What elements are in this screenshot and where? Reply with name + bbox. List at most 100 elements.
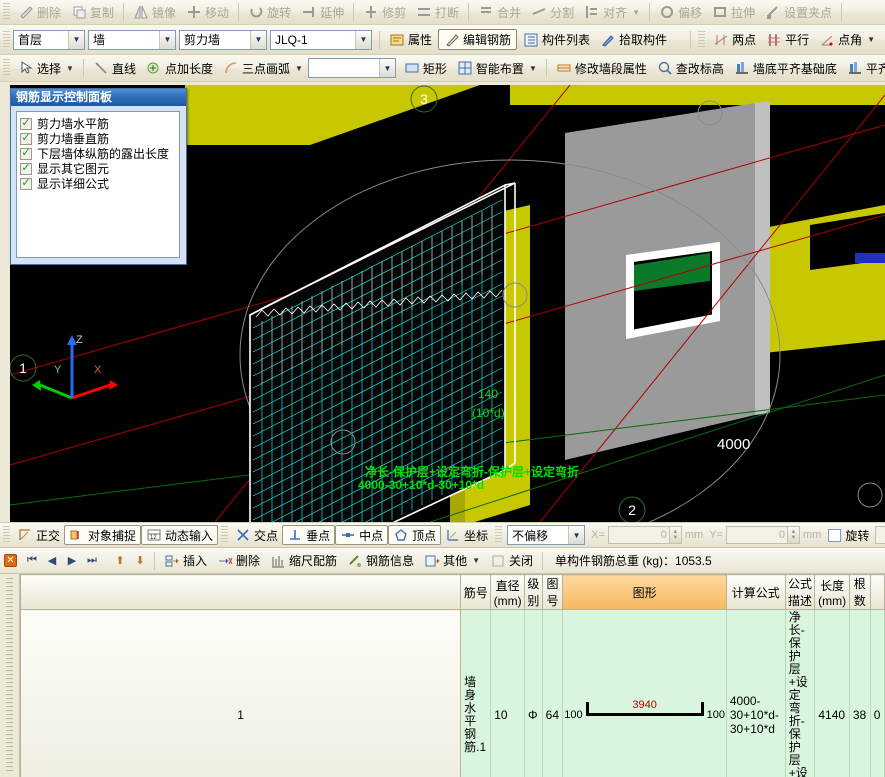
move-down-button[interactable]: ⬇ [130, 552, 150, 570]
properties-button[interactable]: 属性 [384, 29, 437, 50]
column-header-formula[interactable]: 计算公式 [725, 574, 786, 610]
component-type-select[interactable]: 墙 ▼ [88, 29, 176, 50]
table-row[interactable]: 1 墙身水平钢筋.1 10 Φ 64 100 3940 100 4000-30+10*d-30+… [19, 609, 885, 777]
ortho-toggle[interactable]: 正交 [13, 525, 64, 545]
rebar-data-grid[interactable]: 筋号 直径 (mm) 级别 图号 图形 计算公式 公式描述 长度 (mm) 根数 1 墙身水平钢筋… [0, 574, 885, 777]
chevron-down-icon[interactable]: ▼ [472, 556, 480, 565]
point-length-button[interactable]: 点加长度 [141, 58, 218, 79]
perpendicular-toggle[interactable]: 垂点 [282, 525, 336, 545]
parallel-button[interactable]: 平行 [761, 29, 814, 50]
column-header-idx[interactable] [19, 574, 462, 610]
toolbar-grip[interactable] [3, 3, 10, 21]
x-offset-input[interactable]: 0 [607, 526, 670, 544]
toolbar-grip[interactable] [3, 30, 10, 49]
cell-grade[interactable]: Φ [524, 609, 543, 777]
rebar-display-control-panel[interactable]: 钢筋显示控制面板 ✓ 剪力墙水平筋 ✓ 剪力墙垂直筋 ✓ 下层墙体纵筋的露出长度 ✓ 显示其它… [10, 88, 187, 265]
other-button[interactable]: 其他 ▼ [419, 550, 485, 571]
checkbox-checked-icon[interactable]: ✓ [20, 117, 32, 130]
two-point-button[interactable]: 两点 [708, 29, 761, 50]
three-point-arc-button[interactable]: 三点画弧 ▼ [218, 58, 308, 79]
last-record-button[interactable]: ⏭ [82, 552, 102, 570]
statusbar-grip[interactable] [3, 526, 10, 544]
cell-dia[interactable]: 10 [490, 609, 526, 777]
smart-layout-button[interactable]: 智能布置 ▼ [452, 58, 542, 79]
scaled-rebar-button[interactable]: 缩尺配筋 [265, 550, 342, 571]
arc-style-select[interactable]: ▼ [307, 58, 396, 78]
prev-record-button[interactable]: ◀ [42, 552, 62, 570]
chevron-down-icon[interactable]: ▼ [568, 526, 585, 544]
edit-rebar-button[interactable]: 编辑钢筋 [438, 29, 518, 50]
rotate-input[interactable]: 0.000 [875, 526, 885, 544]
checkbox-checked-icon[interactable]: ✓ [20, 147, 32, 160]
cell-shape[interactable]: 100 3940 100 [562, 609, 727, 777]
chevron-down-icon[interactable]: ▼ [68, 30, 84, 49]
column-header-dia[interactable]: 直径 (mm) [490, 574, 526, 610]
chevron-down-icon[interactable]: ▼ [529, 64, 537, 73]
column-header-count[interactable]: 根数 [848, 574, 871, 610]
shape-diagram[interactable]: 100 3940 100 [563, 697, 725, 733]
intersection-toggle[interactable]: 交点 [231, 525, 282, 545]
chevron-down-icon[interactable]: ▼ [295, 64, 303, 73]
x-spinner[interactable]: ▲ ▼ [669, 526, 682, 544]
point-angle-button[interactable]: 点角 ▼ [814, 29, 880, 50]
component-list-button[interactable]: 构件列表 [518, 29, 595, 50]
pick-component-button[interactable]: 拾取构件 [595, 29, 672, 50]
cell-extra[interactable]: 0 [869, 609, 885, 777]
y-offset-input[interactable]: 0 [725, 526, 788, 544]
chevron-down-icon[interactable]: ▼ [159, 30, 175, 49]
column-header-grade[interactable]: 级别 [524, 574, 543, 610]
cell-desc[interactable]: 净长-保护层+设定弯折-保护层+设定弯折 [784, 609, 816, 777]
chevron-down-icon[interactable]: ▼ [66, 64, 74, 73]
toolbar-grip[interactable] [698, 30, 706, 49]
three-point-axis-button[interactable]: 三点辅轴 [880, 29, 885, 50]
vertex-toggle[interactable]: 顶点 [388, 525, 442, 545]
close-panel-button[interactable]: 关闭 [485, 550, 538, 571]
toolbar-grip[interactable] [3, 59, 10, 77]
move-up-button[interactable]: ⬆ [110, 552, 130, 570]
rebar-option-row[interactable]: ✓ 剪力墙水平筋 [20, 116, 176, 131]
y-spinner[interactable]: ▲ ▼ [787, 526, 800, 544]
cursor-button[interactable]: 选择 ▼ [13, 58, 79, 79]
column-header-figno[interactable]: 图号 [541, 574, 564, 610]
rebar-option-row[interactable]: ✓ 显示其它图元 [20, 161, 176, 176]
column-header-shape[interactable]: 图形 [562, 574, 727, 610]
wall-bottom-align-button[interactable]: 墙底平齐基础底 [729, 58, 842, 79]
column-header-name[interactable]: 筋号 [460, 574, 492, 610]
close-icon[interactable]: ✕ [4, 554, 17, 567]
cell-formula[interactable]: 4000-30+10*d-30+10*d [725, 609, 786, 777]
cell-len[interactable]: 4140 [814, 609, 850, 777]
line-button[interactable]: 直线 [88, 58, 141, 79]
offset-mode-select[interactable]: 不偏移 ▼ [507, 525, 586, 545]
delete-row-button[interactable]: 删除 [212, 550, 265, 571]
chevron-down-icon[interactable]: ▼ [355, 30, 371, 49]
dynamic-input-toggle[interactable]: 12 动态输入 [141, 525, 219, 545]
chevron-down-icon[interactable]: ▼ [867, 35, 875, 44]
next-record-button[interactable]: ▶ [62, 552, 82, 570]
check-elevation-button[interactable]: 查改标高 [652, 58, 729, 79]
checkbox-checked-icon[interactable]: ✓ [20, 177, 32, 190]
rebar-option-row[interactable]: ✓ 下层墙体纵筋的露出长度 [20, 146, 176, 161]
rectangle-button[interactable]: 矩形 [399, 58, 452, 79]
statusbar-grip[interactable] [495, 526, 503, 544]
column-header-extra[interactable] [869, 574, 885, 610]
cell-figno[interactable]: 64 [541, 609, 564, 777]
chevron-down-icon[interactable]: ▼ [378, 59, 395, 77]
column-header-desc[interactable]: 公式描述 [784, 574, 816, 610]
edit-wall-segment-button[interactable]: 修改墙段属性 [551, 58, 652, 79]
chevron-down-icon[interactable]: ▼ [250, 30, 266, 49]
rebar-info-button[interactable]: 钢筋信息 [342, 550, 419, 571]
rebar-option-row[interactable]: ✓ 显示详细公式 [20, 176, 176, 191]
object-snap-toggle[interactable]: 对象捕捉 [64, 525, 142, 545]
member-select[interactable]: JLQ-1 ▼ [270, 29, 372, 50]
rotate-checkbox[interactable] [828, 528, 842, 542]
cell-idx[interactable]: 1 [19, 609, 462, 777]
coordinate-toggle[interactable]: 坐标 [441, 525, 492, 545]
statusbar-grip[interactable] [221, 526, 229, 544]
wall-type-select[interactable]: 剪力墙 ▼ [179, 29, 267, 50]
rebar-option-row[interactable]: ✓ 剪力墙垂直筋 [20, 131, 176, 146]
first-record-button[interactable]: ⏮ [22, 552, 42, 570]
cell-count[interactable]: 38 [848, 609, 871, 777]
align-floor-slab-button[interactable]: 平齐底板 [842, 58, 885, 79]
checkbox-checked-icon[interactable]: ✓ [20, 162, 32, 175]
checkbox-checked-icon[interactable]: ✓ [20, 132, 32, 145]
